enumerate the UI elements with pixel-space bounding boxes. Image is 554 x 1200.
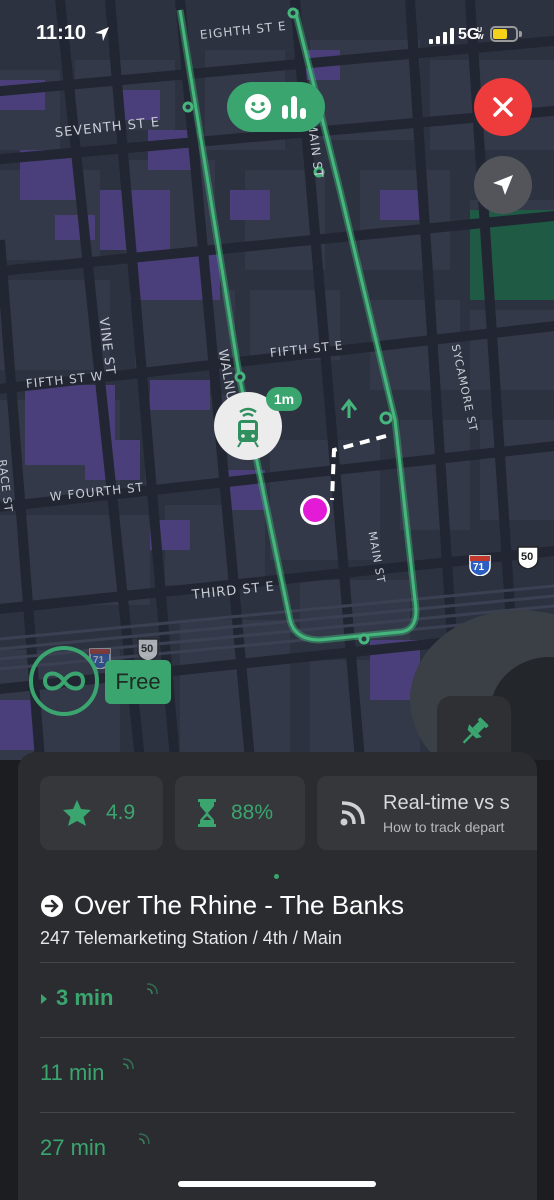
departure-time: 27 min [40, 1135, 107, 1160]
realtime-subtitle: How to track depart [383, 818, 505, 835]
feedback-button[interactable] [227, 82, 325, 132]
infinity-logo-icon [29, 646, 99, 716]
pushpin-icon [462, 717, 489, 744]
shield-number: 50 [521, 551, 534, 563]
navigation-arrow-icon [493, 175, 513, 195]
shield-number: 50 [141, 643, 154, 655]
streetcar-icon [237, 407, 259, 448]
realtime-signal-icon [146, 983, 158, 995]
realtime-signal-icon [340, 801, 365, 826]
route-header[interactable]: Over The Rhine - The Banks [40, 890, 404, 921]
signal-strength-icon [429, 28, 454, 44]
close-button[interactable] [474, 78, 532, 136]
home-indicator[interactable] [178, 1181, 376, 1187]
departure-row[interactable]: 27 min [40, 1112, 515, 1187]
recenter-location-button[interactable] [474, 156, 532, 214]
page-indicator [274, 874, 279, 879]
interstate-shield-icon: 71 [468, 552, 492, 577]
stop-name: 247 Telemarketing Station / 4th / Main [40, 928, 342, 948]
us-route-shield-icon: 50 [516, 545, 540, 570]
accuracy-card[interactable]: 88% [175, 776, 305, 850]
smiley-icon [245, 94, 271, 120]
departure-sheet[interactable]: 4.9 88% Real-time vs s How to track depa… [18, 752, 537, 1200]
route-name: Over The Rhine - The Banks [74, 890, 404, 920]
departure-row[interactable]: 11 min [40, 1037, 515, 1112]
direction-arrow-icon [41, 894, 63, 917]
realtime-info-card[interactable]: Real-time vs s How to track depart [317, 776, 537, 850]
star-icon [63, 800, 91, 826]
network-type-sup: UW [477, 27, 484, 41]
hourglass-icon [198, 799, 216, 827]
realtime-signal-icon [138, 1133, 150, 1145]
status-time: 11:10 [36, 22, 87, 44]
battery-cap [519, 31, 522, 37]
close-icon [493, 97, 513, 117]
departure-time: 3 min [56, 985, 114, 1010]
rating-card[interactable]: 4.9 [40, 776, 163, 850]
free-fare-badge: Free [105, 660, 171, 704]
bar-chart-icon [282, 96, 306, 119]
accuracy-value: 88% [231, 801, 274, 824]
shield-number: 71 [473, 562, 485, 573]
us-route-shield-icon: 50 [136, 637, 160, 662]
departure-row[interactable]: 3 min [40, 962, 515, 1037]
next-departure-indicator-icon [41, 994, 47, 1004]
rating-value: 4.9 [106, 801, 136, 824]
status-bar: 11:10 5G UW [0, 0, 554, 70]
realtime-signal-icon [122, 1058, 134, 1070]
pin-button[interactable] [437, 696, 511, 760]
battery-icon [490, 26, 518, 42]
realtime-title: Real-time vs s [383, 791, 510, 814]
location-services-icon [95, 27, 109, 41]
departure-time: 11 min [40, 1060, 105, 1085]
arrival-badge: 1m [266, 387, 302, 411]
